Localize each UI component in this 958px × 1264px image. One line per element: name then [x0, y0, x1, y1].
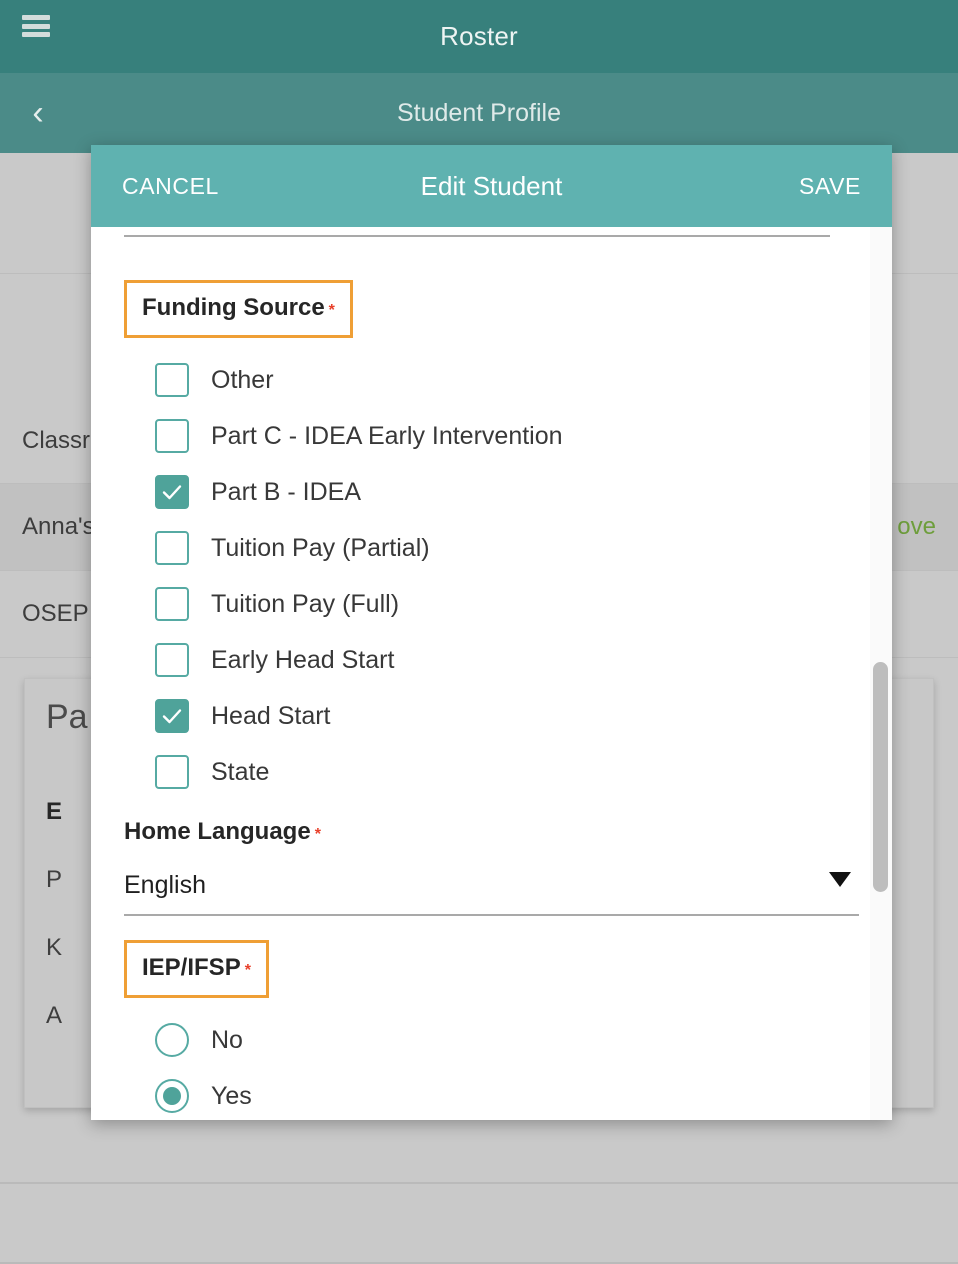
iep-ifsp-options: No Yes	[124, 1012, 859, 1120]
checkbox-icon[interactable]	[155, 755, 189, 789]
app-bar: Roster	[0, 0, 958, 73]
checkbox-label: Tuition Pay (Full)	[211, 589, 400, 618]
checkbox-row-head-start[interactable]: Head Start	[124, 688, 859, 744]
checkbox-icon[interactable]	[155, 531, 189, 565]
checkbox-label: Early Head Start	[211, 645, 395, 674]
background-card-item-3: A	[46, 1002, 63, 1029]
iep-ifsp-group: IEP/IFSP * No Yes	[124, 940, 859, 1120]
funding-source-label-highlight: Funding Source *	[124, 280, 353, 338]
checkbox-label: Tuition Pay (Partial)	[211, 533, 430, 562]
sub-app-bar-title: Student Profile	[397, 98, 561, 127]
background-card-item-2: K	[46, 934, 63, 961]
checkbox-icon[interactable]	[155, 363, 189, 397]
radio-row-no[interactable]: No	[124, 1012, 859, 1068]
modal-scrollbar-thumb[interactable]	[873, 662, 888, 892]
cancel-button[interactable]: CANCEL	[122, 173, 219, 200]
sub-app-bar: ‹ Student Profile	[0, 73, 958, 153]
iep-ifsp-label: IEP/IFSP	[142, 954, 241, 981]
background-card-item-1: P	[46, 866, 63, 893]
checkbox-label: Part C - IDEA Early Intervention	[211, 421, 563, 450]
checkbox-row-early-head-start[interactable]: Early Head Start	[124, 632, 859, 688]
checkbox-row-tuition-pay-partial[interactable]: Tuition Pay (Partial)	[124, 520, 859, 576]
modal-scroll-area[interactable]: Funding Source * Other Part C - IDEA Ear…	[91, 227, 892, 1120]
funding-source-label: Funding Source	[142, 294, 325, 321]
chevron-left-icon[interactable]: ‹	[20, 91, 56, 135]
radio-row-yes[interactable]: Yes	[124, 1068, 859, 1120]
checkbox-icon[interactable]	[155, 419, 189, 453]
edit-student-modal: CANCEL Edit Student SAVE Funding Source *	[91, 145, 892, 1120]
radio-icon[interactable]	[155, 1023, 189, 1057]
app-root: Classr Anna's ove OSEP Pa E P K A Family	[0, 0, 958, 1264]
checkbox-row-part-c-idea-early-intervention[interactable]: Part C - IDEA Early Intervention	[124, 408, 859, 464]
hamburger-bar	[22, 32, 50, 37]
checkbox-row-state[interactable]: State	[124, 744, 859, 800]
checkbox-row-tuition-pay-full[interactable]: Tuition Pay (Full)	[124, 576, 859, 632]
checkbox-row-other[interactable]: Other	[124, 352, 859, 408]
checkbox-label: State	[211, 757, 270, 786]
modal-header: CANCEL Edit Student SAVE	[91, 145, 892, 227]
checkbox-label: Other	[211, 365, 274, 394]
required-marker: *	[244, 962, 251, 979]
radio-label: Yes	[211, 1081, 252, 1110]
checkbox-label: Part B - IDEA	[211, 477, 362, 506]
checkbox-icon[interactable]	[155, 643, 189, 677]
required-marker: *	[328, 302, 335, 319]
radio-label: No	[211, 1025, 243, 1054]
save-button[interactable]: SAVE	[799, 173, 861, 200]
hamburger-bar	[22, 15, 50, 20]
required-marker: *	[314, 826, 321, 843]
background-card-title: Pa	[46, 698, 88, 736]
iep-ifsp-label-highlight: IEP/IFSP *	[124, 940, 269, 998]
modal-scrollbar-track[interactable]	[870, 227, 892, 1120]
checkbox-icon[interactable]	[155, 699, 189, 733]
hamburger-bar	[22, 23, 50, 29]
app-bar-title: Roster	[440, 21, 518, 51]
checkbox-icon[interactable]	[155, 475, 189, 509]
checkbox-label: Head Start	[211, 701, 331, 730]
home-language-value: English	[124, 870, 206, 899]
background-card-item-0: E	[46, 798, 63, 825]
edit-student-form: Funding Source * Other Part C - IDEA Ear…	[91, 227, 892, 1120]
background-remove-link[interactable]: ove	[897, 513, 958, 541]
home-language-select[interactable]: English	[124, 856, 859, 916]
chevron-down-icon[interactable]	[829, 872, 851, 887]
funding-source-group: Funding Source * Other Part C - IDEA Ear…	[124, 227, 859, 800]
radio-dot	[163, 1087, 181, 1105]
funding-source-options: Other Part C - IDEA Early Intervention P…	[124, 352, 859, 800]
checkbox-row-part-b-idea[interactable]: Part B - IDEA	[124, 464, 859, 520]
radio-icon[interactable]	[155, 1079, 189, 1113]
checkbox-icon[interactable]	[155, 587, 189, 621]
home-language-group: Home Language * English	[124, 818, 859, 916]
hamburger-menu-icon[interactable]	[22, 15, 50, 37]
home-language-label: Home Language	[124, 818, 311, 845]
home-language-label-wrap: Home Language *	[124, 818, 859, 846]
background-divider	[0, 1182, 958, 1184]
